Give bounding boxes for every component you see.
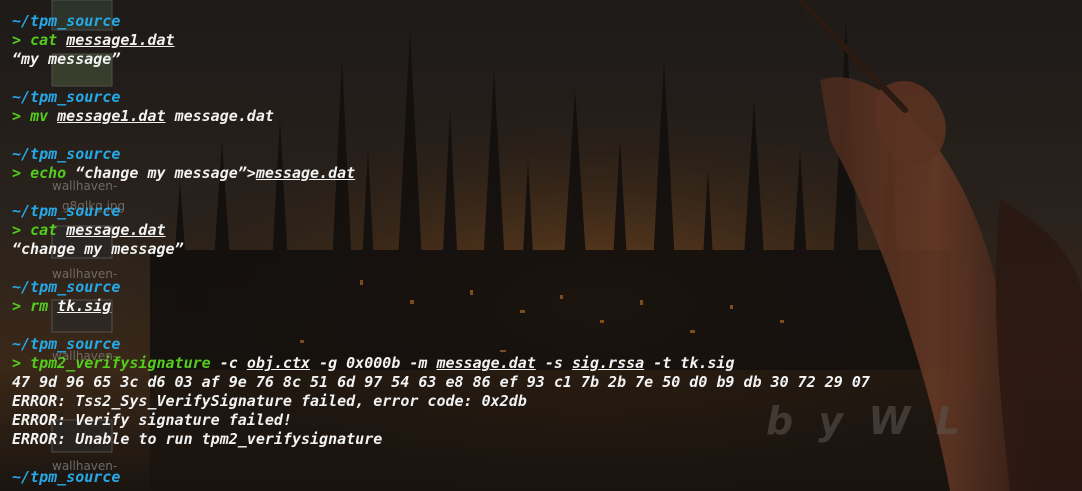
command-arg: “change my message”> [75, 164, 256, 182]
prompt-arrow: > [12, 31, 22, 49]
output-line: “my message” [12, 50, 121, 68]
command-arg: -s [544, 354, 563, 372]
command-line: > tpm2_verifysignature -c obj.ctx -g 0x0… [12, 354, 1082, 373]
command-line: > cat message.dat [12, 221, 1082, 240]
output-line: “change my message” [12, 240, 184, 258]
prompt-path-line: ~/tpm_source [12, 12, 1082, 31]
command-name: mv [30, 107, 49, 125]
prompt-arrow: > [12, 107, 22, 125]
prompt-path: ~/tpm_source [12, 88, 121, 106]
command-arg: -c [219, 354, 238, 372]
command-arg: message1.dat [57, 107, 166, 125]
prompt-path: ~/tpm_source [12, 468, 121, 486]
prompt-path-line: ~/tpm_source [12, 202, 1082, 221]
prompt-arrow: > [12, 221, 22, 239]
prompt-path-line: ~/tpm_source [12, 145, 1082, 164]
command-name: cat [30, 31, 58, 49]
command-arg: message.dat [174, 107, 274, 125]
prompt-path: ~/tpm_source [12, 278, 121, 296]
command-line: > rm tk.sig [12, 297, 1082, 316]
command-name: cat [30, 221, 58, 239]
terminal[interactable]: ~/tpm_source > cat message1.dat “my mess… [12, 12, 1082, 491]
prompt-arrow: > [12, 164, 22, 182]
prompt-path: ~/tpm_source [12, 335, 121, 353]
command-name: rm [30, 297, 49, 315]
prompt-path-line: ~/tpm_source [12, 335, 1082, 354]
command-arg: -t tk.sig [653, 354, 735, 372]
error-line: ERROR: Unable to run tpm2_verifysignatur… [12, 430, 383, 448]
prompt-path: ~/tpm_source [12, 202, 121, 220]
command-arg: -g 0x000b -m [319, 354, 428, 372]
prompt-path: ~/tpm_source [12, 145, 121, 163]
prompt-arrow: > [12, 297, 22, 315]
output-line: 47 9d 96 65 3c d6 03 af 9e 76 8c 51 6d 9… [12, 373, 870, 391]
command-name: echo [30, 164, 67, 182]
command-line-current [12, 487, 1082, 491]
command-arg: tk.sig [57, 297, 112, 315]
command-arg: message.dat [436, 354, 536, 372]
command-arg: obj.ctx [246, 354, 311, 372]
prompt-path-line: ~/tpm_source [12, 468, 1082, 487]
command-line: > mv message1.dat message.dat [12, 107, 1082, 126]
prompt-path-line: ~/tpm_source [12, 88, 1082, 107]
error-line: ERROR: Verify signature failed! [12, 411, 292, 429]
command-line: > echo “change my message”>message.dat [12, 164, 1082, 183]
error-line: ERROR: Tss2_Sys_VerifySignature failed, … [12, 392, 527, 410]
command-arg: message.dat [255, 164, 356, 182]
command-name: tpm2_verifysignature [30, 354, 211, 372]
command-arg: sig.rssa [571, 354, 645, 372]
command-arg: message1.dat [66, 31, 175, 49]
prompt-path-line: ~/tpm_source [12, 278, 1082, 297]
prompt-path: ~/tpm_source [12, 12, 121, 30]
command-line: > cat message1.dat [12, 31, 1082, 50]
command-arg: message.dat [66, 221, 166, 239]
prompt-arrow: > [12, 354, 22, 372]
